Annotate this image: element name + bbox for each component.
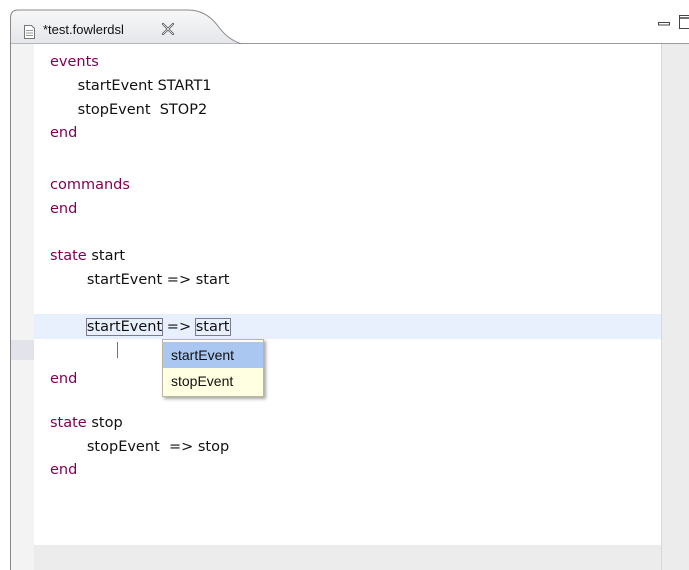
code-line[interactable]: startEvent START1	[50, 77, 212, 95]
ruler-line-marker	[11, 340, 34, 360]
code-line-current[interactable]: startEvent => start	[50, 318, 231, 336]
vertical-ruler[interactable]	[11, 44, 34, 570]
text-caret	[117, 342, 118, 358]
code-line[interactable]: end	[50, 200, 77, 218]
close-x-icon[interactable]	[161, 21, 175, 36]
tab-bar: *test.fowlerdsl	[10, 0, 689, 44]
minimize-icon[interactable]	[658, 16, 670, 26]
matched-word: start	[194, 318, 231, 336]
code-line[interactable]: end	[50, 124, 77, 142]
maximize-icon[interactable]	[678, 14, 689, 30]
code-line[interactable]: startEvent => start	[50, 271, 230, 289]
code-line[interactable]: stopEvent STOP2	[50, 101, 208, 119]
overview-ruler[interactable]	[661, 44, 689, 570]
editor-area: events startEvent START1 stopEvent STOP2…	[10, 44, 689, 570]
code-line[interactable]: state stop	[50, 414, 123, 432]
matched-word: startEvent	[85, 318, 164, 336]
autocomplete-item[interactable]: startEvent	[163, 342, 263, 368]
document-icon	[24, 24, 35, 39]
autocomplete-popup[interactable]: startEvent stopEvent	[162, 339, 264, 397]
code-line[interactable]: state start	[50, 247, 125, 265]
autocomplete-item[interactable]: stopEvent	[163, 368, 263, 394]
editor-window: *test.fowlerdsl events startEvent START1…	[0, 0, 689, 570]
code-line[interactable]: commands	[50, 176, 130, 194]
code-line[interactable]: end	[50, 461, 77, 479]
code-line[interactable]: stopEvent => stop	[50, 438, 229, 456]
code-line[interactable]: events	[50, 53, 99, 71]
horizontal-scrollbar[interactable]	[34, 545, 661, 570]
text-editor[interactable]: events startEvent START1 stopEvent STOP2…	[34, 44, 661, 545]
code-line[interactable]: end	[50, 370, 77, 388]
window-left-edge	[0, 0, 10, 570]
tab-title[interactable]: *test.fowlerdsl	[43, 22, 124, 37]
